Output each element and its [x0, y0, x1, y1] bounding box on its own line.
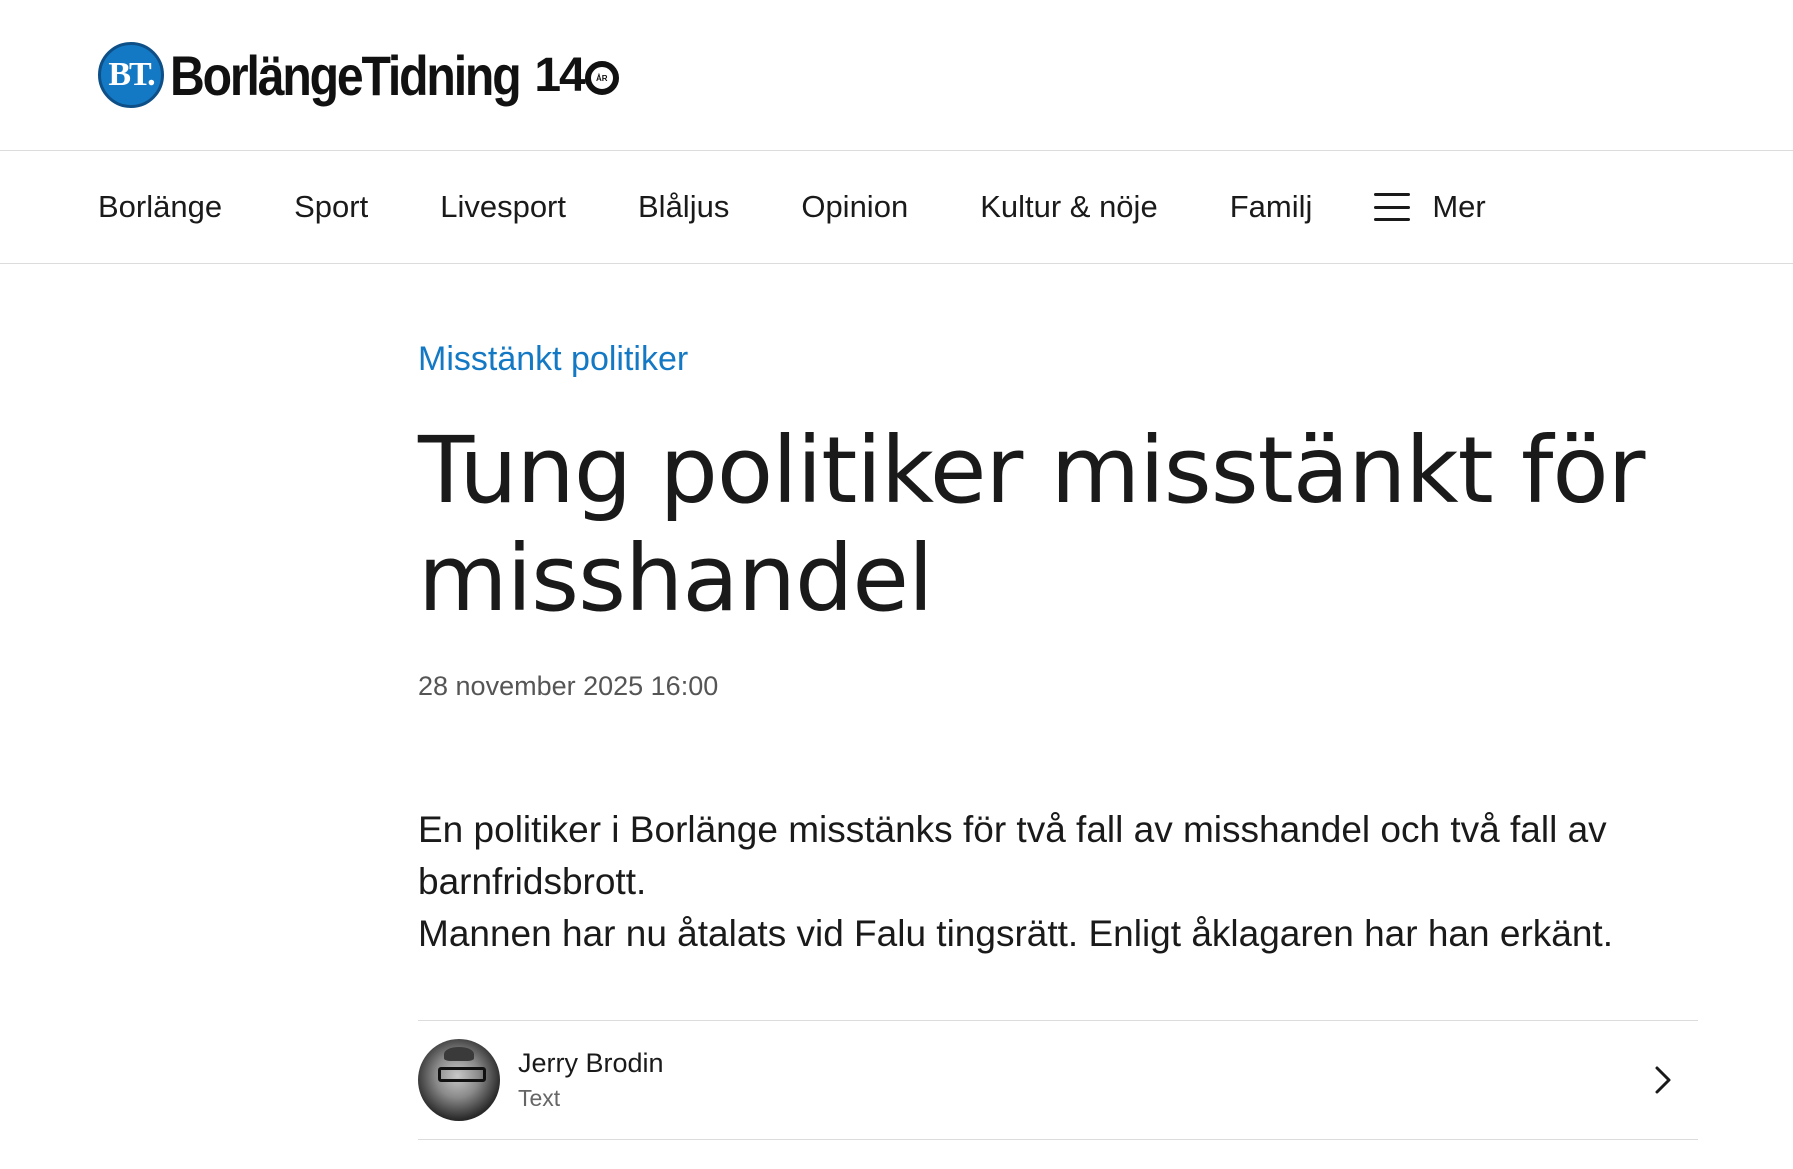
site-header: BT. BorlängeTidning 14 ÅR — [0, 0, 1793, 151]
nav-item-livesport[interactable]: Livesport — [440, 189, 566, 225]
nav-item-blaljus[interactable]: Blåljus — [638, 189, 729, 225]
nav-item-familj[interactable]: Familj — [1230, 189, 1313, 225]
lead-paragraph: En politiker i Borlänge misstänks för tv… — [418, 809, 1607, 902]
author-name: Jerry Brodin — [518, 1048, 664, 1078]
author-role: Text — [518, 1085, 561, 1111]
logo-anniversary: 14 ÅR — [534, 48, 619, 103]
lead-paragraph: Mannen har nu åtalats vid Falu tingsrätt… — [418, 913, 1613, 954]
article: Misstänkt politiker Tung politiker misst… — [0, 264, 1793, 1140]
site-logo[interactable]: BT. BorlängeTidning 14 ÅR — [98, 42, 619, 108]
nav-item-kultur-noje[interactable]: Kultur & nöje — [980, 189, 1158, 225]
article-kicker[interactable]: Misstänkt politiker — [418, 340, 1793, 379]
hamburger-icon — [1374, 193, 1411, 221]
anniversary-ring: ÅR — [584, 61, 619, 95]
main-navigation: Borlänge Sport Livesport Blåljus Opinion… — [0, 151, 1793, 264]
nav-more-button[interactable]: Mer — [1374, 189, 1486, 225]
article-timestamp: 28 november 2025 16:00 — [418, 671, 719, 701]
logo-badge: BT. — [98, 42, 164, 108]
article-headline: Tung politiker misstänkt för misshandel — [418, 417, 1646, 632]
nav-item-opinion[interactable]: Opinion — [801, 189, 908, 225]
author-avatar — [418, 1039, 500, 1121]
nav-more-label: Mer — [1432, 189, 1486, 224]
nav-item-borlange[interactable]: Borlänge — [98, 189, 222, 225]
anniversary-suffix: ÅR — [595, 73, 608, 83]
author-byline[interactable]: Jerry Brodin Text — [418, 1020, 1698, 1140]
article-lead: En politiker i Borlänge misstänks för tv… — [418, 804, 1718, 960]
byline-text: Jerry Brodin Text — [518, 1048, 664, 1112]
anniversary-number: 14 — [534, 48, 585, 102]
chevron-right-icon[interactable] — [1648, 1065, 1678, 1095]
nav-item-sport[interactable]: Sport — [294, 189, 368, 225]
logo-wordmark: BorlängeTidning — [170, 43, 522, 107]
